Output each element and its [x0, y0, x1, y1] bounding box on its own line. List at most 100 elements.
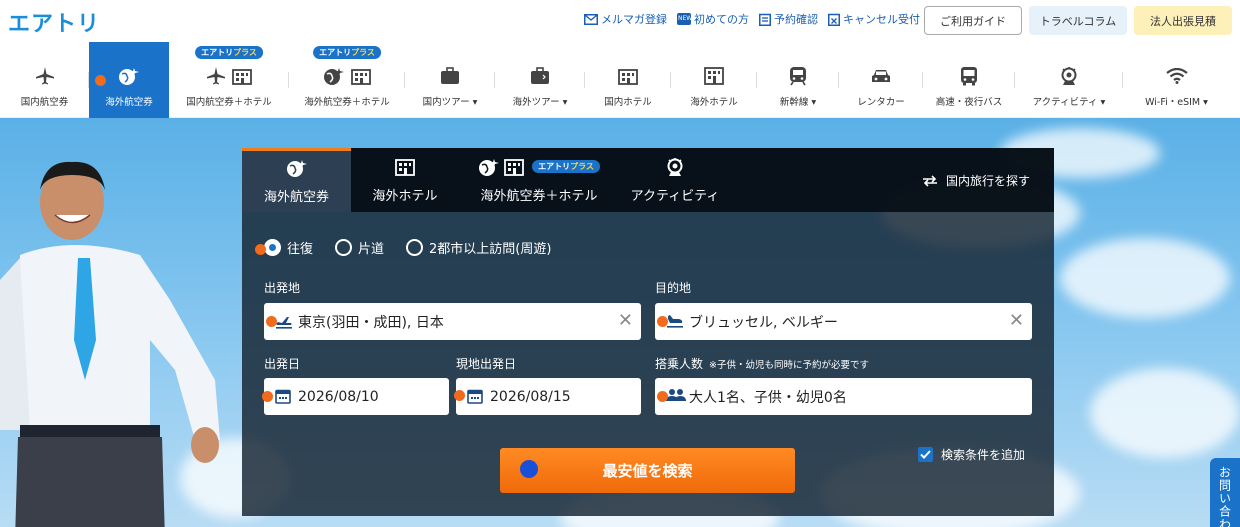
- nav-rental-car[interactable]: レンタカー: [839, 42, 923, 118]
- nav-label: 海外航空券＋ホテル: [304, 97, 390, 108]
- nav-label: Wi-Fi・eSIM ▾: [1145, 97, 1208, 108]
- car-icon: [872, 70, 890, 82]
- globe-plane-icon: [119, 68, 139, 85]
- search-lowest-price-button[interactable]: 最安値を検索: [500, 448, 795, 493]
- airplane-icon: [35, 67, 54, 85]
- nav-label: 海外ホテル: [690, 97, 738, 108]
- hotel-icon: [618, 69, 638, 85]
- nav-label: 海外ツアー ▾: [512, 97, 568, 108]
- calendar-x-icon: [828, 13, 840, 26]
- depart-date-field[interactable]: 2026/08/10: [262, 378, 449, 415]
- destination-label: 目的地: [655, 281, 692, 295]
- nav-label: 国内ツアー ▾: [422, 97, 478, 108]
- return-date-field[interactable]: 2026/08/15: [454, 378, 641, 415]
- nav-activity[interactable]: アクティビティ ▾: [1015, 42, 1123, 118]
- first-time-link[interactable]: NEW 初めての方: [677, 11, 749, 27]
- nav-label: 新幹線 ▾: [779, 97, 817, 108]
- plus-badge: エアトリプラス: [195, 46, 263, 59]
- usage-guide-button[interactable]: ご利用ガイド: [924, 6, 1022, 35]
- tab-activity[interactable]: アクティビティ: [619, 148, 731, 212]
- newsletter-link[interactable]: メルマガ登録: [584, 11, 667, 27]
- clear-icon[interactable]: ✕: [618, 310, 633, 331]
- swap-arrows-icon: [922, 174, 937, 187]
- nav-wifi-esim[interactable]: Wi-Fi・eSIM ▾: [1123, 42, 1230, 118]
- suitcase-icon: [441, 67, 459, 84]
- domestic-travel-label: 国内旅行を探す: [945, 174, 1030, 188]
- passengers-field[interactable]: 大人1名、子供・幼児0名: [655, 378, 1032, 415]
- contact-tab[interactable]: お問い合わせ: [1210, 458, 1240, 527]
- hotel-icon: [232, 69, 252, 85]
- trip-type-radios: 往復 片道 2都市以上訪問(周遊): [264, 238, 551, 257]
- domestic-travel-link[interactable]: 国内旅行を探す: [922, 172, 1030, 189]
- tab-label: アクティビティ: [630, 188, 720, 204]
- globe-plane-icon: [324, 68, 344, 85]
- radio-circle[interactable]: [264, 239, 281, 256]
- site-logo[interactable]: エアトリ: [8, 6, 100, 38]
- nav-domestic-hotel[interactable]: 国内ホテル: [585, 42, 671, 118]
- destination-value: ブリュッセル, ベルギー: [689, 314, 838, 331]
- airplane-icon: [207, 67, 225, 85]
- category-nav: 国内航空券 海外航空券 エアトリプラス 国内航空券＋ホテル エアトリプラス 海外…: [0, 42, 1240, 118]
- departure-field[interactable]: 東京(羽田・成田), 日本 ✕: [264, 303, 641, 340]
- nav-domestic-tour[interactable]: 国内ツアー ▾: [405, 42, 495, 118]
- hotel-icon: [395, 158, 415, 176]
- corporate-quote-button[interactable]: 法人出張見積: [1134, 6, 1232, 35]
- radio-one-way[interactable]: 片道: [335, 238, 384, 257]
- departure-value: 東京(羽田・成田), 日本: [298, 314, 444, 331]
- nav-international-tour[interactable]: 海外ツアー ▾: [495, 42, 585, 118]
- passengers-note: ※子供・幼児も同時に予約が必要です: [709, 360, 869, 371]
- train-icon: [790, 67, 806, 86]
- nav-label: 国内航空券: [20, 97, 69, 108]
- return-date-label: 現地出発日: [456, 357, 517, 371]
- radio-circle[interactable]: [335, 239, 353, 256]
- globe-plane-icon: [286, 160, 307, 177]
- radio-multi-city[interactable]: 2都市以上訪問(周遊): [406, 238, 551, 257]
- nav-domestic-flight-hotel[interactable]: エアトリプラス 国内航空券＋ホテル: [169, 42, 289, 118]
- depart-date-value: 2026/08/10: [298, 388, 379, 405]
- passengers-value: 大人1名、子供・幼児0名: [689, 389, 847, 406]
- reservation-check-link[interactable]: 予約確認: [759, 11, 818, 27]
- header: エアトリ メルマガ登録 NEW 初めての方 予約確認 キャンセル受付 ご利用ガイ…: [0, 0, 1240, 42]
- checkbox-checked-icon[interactable]: [918, 447, 933, 462]
- tab-international-hotel[interactable]: 海外ホテル: [351, 148, 459, 212]
- passengers-label: 搭乗人数 ※子供・幼児も同時に予約が必要です: [655, 357, 869, 371]
- people-icon: [666, 389, 686, 401]
- radio-circle[interactable]: [406, 239, 424, 256]
- radio-round-trip[interactable]: 往復: [264, 238, 313, 257]
- mail-icon: [584, 13, 598, 25]
- calendar-icon: [467, 389, 483, 404]
- takeoff-icon: [276, 317, 292, 329]
- nav-label: 国内航空券＋ホテル: [186, 97, 272, 108]
- nav-highway-bus[interactable]: 高速・夜行バス: [923, 42, 1015, 118]
- activity-icon: [1061, 67, 1077, 85]
- globe-plane-icon: [479, 158, 500, 176]
- suitcase-icon: [531, 67, 549, 84]
- first-time-label: 初めての方: [694, 13, 749, 26]
- calendar-icon: [275, 389, 291, 404]
- nav-shinkansen[interactable]: 新幹線 ▾: [757, 42, 839, 118]
- tab-label: 海外航空券: [263, 190, 329, 205]
- add-conditions-label: 検索条件を追加: [941, 448, 1026, 462]
- clear-icon[interactable]: ✕: [1009, 310, 1024, 331]
- nav-domestic-flight[interactable]: 国内航空券: [0, 42, 89, 118]
- landing-icon: [667, 315, 683, 328]
- destination-field[interactable]: ブリュッセル, ベルギー ✕: [655, 303, 1032, 340]
- hotel-icon: [504, 158, 524, 176]
- header-links: メルマガ登録 NEW 初めての方 予約確認 キャンセル受付: [584, 11, 920, 27]
- cancel-link[interactable]: キャンセル受付: [828, 11, 920, 27]
- hotel-icon: [351, 69, 371, 85]
- tab-international-flight[interactable]: 海外航空券: [242, 148, 351, 212]
- add-conditions-toggle[interactable]: 検索条件を追加: [918, 446, 1025, 463]
- tab-international-flight-hotel[interactable]: エアトリプラス 海外航空券＋ホテル: [459, 148, 619, 212]
- nav-international-hotel[interactable]: 海外ホテル: [671, 42, 757, 118]
- nav-international-flight-hotel[interactable]: エアトリプラス 海外航空券＋ホテル: [289, 42, 405, 118]
- nav-international-flight[interactable]: 海外航空券: [89, 42, 169, 118]
- travel-column-button[interactable]: トラベルコラム: [1029, 6, 1127, 35]
- cancel-label: キャンセル受付: [843, 13, 920, 26]
- spokesperson-image: [0, 161, 220, 527]
- search-button-label: 最安値を検索: [602, 462, 693, 480]
- radio-label: 2都市以上訪問(周遊): [429, 242, 552, 257]
- new-badge-icon: NEW: [677, 13, 692, 25]
- depart-date-label: 出発日: [264, 357, 301, 371]
- plus-badge: エアトリプラス: [313, 46, 381, 59]
